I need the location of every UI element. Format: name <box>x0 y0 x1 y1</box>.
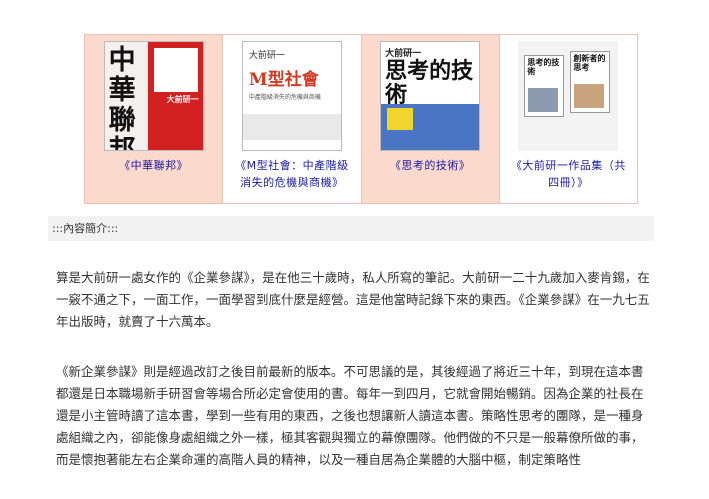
section-title: :::內容簡介::: <box>48 216 654 241</box>
cover-title: M型社會 <box>248 70 319 90</box>
cover-top: 大前研一 <box>248 51 285 61</box>
paragraph-1: 算是大前研一處女作的《企業參謀》，是在他三十歲時，私人所寫的筆記。大前研一二十九… <box>56 270 650 329</box>
book-item-4[interactable]: 思考的技術 創新者的思考 《大前研一作品集（共四冊）》 <box>499 35 637 203</box>
book-cover-3[interactable]: 大前研一 思考的技術 <box>380 41 481 151</box>
cover-title: 中華聯邦 <box>108 45 136 151</box>
cover-author: 大前研一 <box>166 95 199 104</box>
cover-yellow-box <box>387 108 414 130</box>
book-cover-1[interactable]: 中華聯邦 大前研一 <box>103 41 204 151</box>
cover-subtitle: 中產階級消失的危機與商機 <box>248 94 321 101</box>
book-gallery: 中華聯邦 大前研一 《中華聯邦》 大前研一 M型社會 中產階級消失的危機與商機 … <box>84 34 638 204</box>
book-cover-4[interactable]: 思考的技術 創新者的思考 <box>518 41 619 151</box>
book-link-4[interactable]: 《大前研一作品集（共四冊）》 <box>508 157 628 191</box>
mini-book-2: 創新者的思考 <box>570 51 611 113</box>
book-item-1[interactable]: 中華聯邦 大前研一 《中華聯邦》 <box>85 35 224 203</box>
book-item-2[interactable]: 大前研一 M型社會 中產階級消失的危機與商機 《M型社會：中產階級消失的危機與商… <box>223 35 362 203</box>
content-body: 算是大前研一處女作的《企業參謀》，是在他三十歲時，私人所寫的筆記。大前研一二十九… <box>56 267 654 499</box>
book-link-3[interactable]: 《思考的技術》 <box>370 157 490 174</box>
book-link-2[interactable]: 《M型社會：中產階級消失的危機與商機》 <box>232 157 352 191</box>
cover-band <box>242 114 341 140</box>
book-cover-2[interactable]: 大前研一 M型社會 中產階級消失的危機與商機 <box>241 41 342 151</box>
cover-title: 思考的技術 <box>385 58 474 108</box>
paragraph-2: 《新企業參謀》則是經過改訂之後目前最新的版本。不可思議的是，其後經過了將近三十年… <box>56 364 644 467</box>
mini-book-1: 思考的技術 <box>524 55 565 117</box>
book-item-3[interactable]: 大前研一 思考的技術 《思考的技術》 <box>361 35 500 203</box>
book-link-1[interactable]: 《中華聯邦》 <box>94 157 214 174</box>
